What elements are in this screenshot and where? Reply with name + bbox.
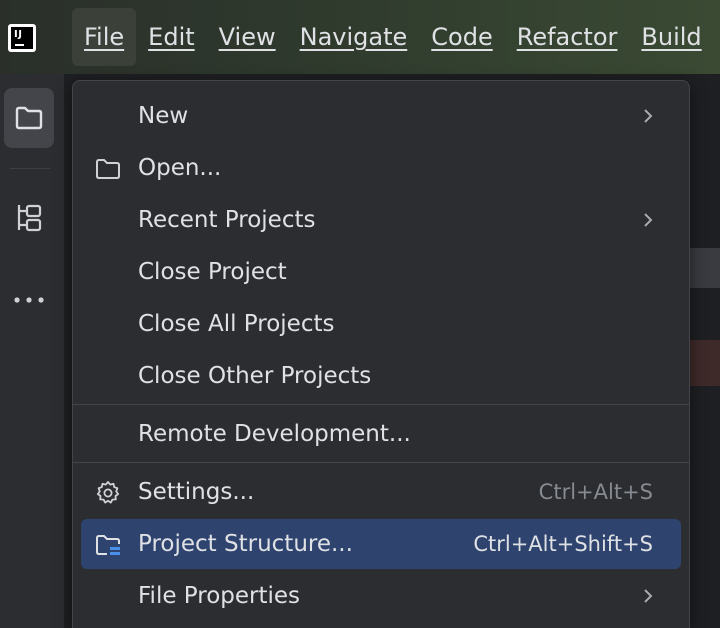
menu-item-label: Remote Development... — [138, 421, 411, 447]
menu-separator — [73, 462, 689, 463]
chevron-right-icon — [644, 109, 653, 123]
menu-item-label: Settings... — [138, 479, 255, 505]
menu-item-label: Recent Projects — [138, 207, 316, 233]
menu-item-label: Close All Projects — [138, 311, 335, 337]
menubar-items: File Edit View Navigate Code Refactor Bu… — [72, 0, 714, 74]
menu-item-label: File Properties — [138, 583, 301, 609]
toolstrip-separator — [10, 168, 50, 169]
project-structure-icon — [96, 535, 120, 555]
menu-item-settings[interactable]: Settings... Ctrl+Alt+S — [81, 467, 681, 517]
app-logo-text: IJ — [14, 29, 23, 40]
menu-item-close-other-projects[interactable]: Close Other Projects — [81, 351, 681, 401]
menu-item-label: New — [138, 103, 189, 129]
tool-window-strip — [0, 74, 64, 628]
menu-item-shortcut: Ctrl+Alt+Shift+S — [473, 532, 653, 556]
menu-edit[interactable]: Edit — [136, 8, 206, 66]
menu-refactor[interactable]: Refactor — [505, 8, 630, 66]
menu-item-shortcut: Ctrl+Alt+S — [538, 480, 653, 504]
structure-icon — [17, 204, 42, 232]
menu-item-project-structure[interactable]: Project Structure... Ctrl+Alt+Shift+S — [81, 519, 681, 569]
more-icon — [14, 297, 44, 303]
project-folder-icon — [15, 106, 43, 130]
menu-item-close-project[interactable]: Close Project — [81, 247, 681, 297]
folder-icon — [96, 159, 120, 179]
app-logo-icon[interactable]: IJ — [8, 24, 36, 52]
main-menubar: IJ File Edit View Navigate Code Refactor… — [0, 0, 720, 74]
menu-build[interactable]: Build — [629, 8, 713, 66]
menu-file[interactable]: File — [72, 8, 137, 66]
structure-tool-button[interactable] — [4, 188, 54, 248]
file-menu-popup: New Open... Recent Projects Close Projec… — [72, 80, 690, 628]
menu-item-label: Open... — [138, 155, 222, 181]
menu-separator — [73, 404, 689, 405]
menu-item-file-properties[interactable]: File Properties — [81, 571, 681, 621]
menu-item-new[interactable]: New — [81, 91, 681, 141]
gear-icon — [96, 481, 120, 504]
menu-item-label: Close Other Projects — [138, 363, 372, 389]
menu-item-open[interactable]: Open... — [81, 143, 681, 193]
menu-item-remote-development[interactable]: Remote Development... — [81, 409, 681, 459]
menu-item-label: Close Project — [138, 259, 287, 285]
menu-item-close-all-projects[interactable]: Close All Projects — [81, 299, 681, 349]
menu-view[interactable]: View — [207, 8, 288, 66]
chevron-right-icon — [644, 589, 653, 603]
menu-item-recent-projects[interactable]: Recent Projects — [81, 195, 681, 245]
project-tool-button[interactable] — [4, 88, 54, 148]
more-tool-windows-button[interactable] — [4, 270, 54, 330]
chevron-right-icon — [644, 213, 653, 227]
menu-code[interactable]: Code — [419, 8, 504, 66]
ide-window: IJ File Edit View Navigate Code Refactor… — [0, 0, 720, 628]
menu-navigate[interactable]: Navigate — [288, 8, 420, 66]
menu-item-label: Project Structure... — [138, 531, 353, 557]
